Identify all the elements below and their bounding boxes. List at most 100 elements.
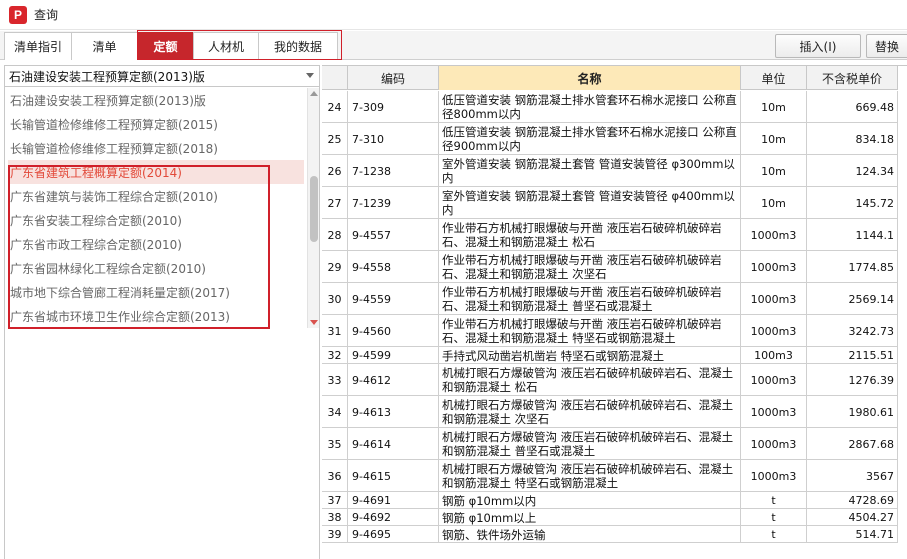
dropdown-scrollbar[interactable] (307, 88, 319, 328)
table-row[interactable]: 33 9-4612 机械打眼石方爆破管沟 液压岩石破碎机破碎岩石、混凝土和钢筋混凝土… (322, 364, 898, 396)
library-option[interactable]: 长输管道检修维修工程预算定额(2018) (8, 136, 304, 160)
table-row[interactable]: 36 9-4615 机械打眼石方爆破管沟 液压岩石破碎机破碎岩石、混凝土和钢筋混凝土… (322, 460, 898, 492)
row-code: 9-4557 (348, 219, 439, 251)
header-unit[interactable]: 单位 (741, 66, 807, 90)
title-bar: P 查询 (0, 0, 907, 30)
row-unit: 1000m3 (741, 396, 807, 428)
header-name[interactable]: 名称 (439, 66, 741, 90)
row-index: 34 (322, 396, 348, 428)
tab-2[interactable]: 定额 (137, 32, 194, 60)
row-code: 7-1239 (348, 187, 439, 219)
scroll-down-icon[interactable] (310, 320, 318, 325)
row-code: 7-1238 (348, 155, 439, 187)
table-row[interactable]: 38 9-4692 钢筋 φ10mm以上 t 4504.27 (322, 509, 898, 526)
grid-header: 编码 名称 单位 不含税单价 (322, 66, 898, 90)
row-name: 室外管道安装 钢筋混凝土套管 管道安装管径 φ400mm以内 (439, 187, 741, 219)
row-code: 9-4599 (348, 347, 439, 364)
header-price[interactable]: 不含税单价 (807, 66, 898, 90)
row-name: 机械打眼石方爆破管沟 液压岩石破碎机破碎岩石、混凝土和钢筋混凝土 特坚石或钢筋混… (439, 460, 741, 492)
chevron-down-icon[interactable] (306, 73, 314, 78)
row-code: 9-4692 (348, 509, 439, 526)
header-code[interactable]: 编码 (348, 66, 439, 90)
scrollbar-thumb[interactable] (310, 176, 318, 242)
row-index: 26 (322, 155, 348, 187)
table-row[interactable]: 27 7-1239 室外管道安装 钢筋混凝土套管 管道安装管径 φ400mm以内 10… (322, 187, 898, 219)
row-unit: 1000m3 (741, 460, 807, 492)
row-code: 9-4615 (348, 460, 439, 492)
table-row[interactable]: 28 9-4557 作业带石方机械打眼爆破与开凿 液压岩石破碎机破碎岩石、混凝土和钢… (322, 219, 898, 251)
row-index: 39 (322, 526, 348, 543)
row-name: 室外管道安装 钢筋混凝土套管 管道安装管径 φ300mm以内 (439, 155, 741, 187)
row-code: 9-4613 (348, 396, 439, 428)
table-row[interactable]: 32 9-4599 手持式风动凿岩机凿岩 特坚石或钢筋混凝土 100m3 2115.51 (322, 347, 898, 364)
row-name: 机械打眼石方爆破管沟 液压岩石破碎机破碎岩石、混凝土和钢筋混凝土 松石 (439, 364, 741, 396)
row-price: 2867.68 (807, 428, 898, 460)
row-price: 669.48 (807, 91, 898, 123)
row-code: 9-4558 (348, 251, 439, 283)
row-name: 作业带石方机械打眼爆破与开凿 液压岩石破碎机破碎岩石、混凝土和钢筋混凝土 松石 (439, 219, 741, 251)
tab-0[interactable]: 清单指引 (4, 32, 72, 60)
row-name: 作业带石方机械打眼爆破与开凿 液压岩石破碎机破碎岩石、混凝土和钢筋混凝土 普坚石… (439, 283, 741, 315)
row-index: 30 (322, 283, 348, 315)
library-select[interactable]: 石油建设安装工程预算定额(2013)版 (5, 66, 319, 87)
row-index: 25 (322, 123, 348, 155)
row-index: 38 (322, 509, 348, 526)
library-option[interactable]: 石油建设安装工程预算定额(2013)版 (8, 88, 304, 112)
row-code: 7-310 (348, 123, 439, 155)
row-price: 3242.73 (807, 315, 898, 347)
row-unit: 1000m3 (741, 364, 807, 396)
row-code: 9-4691 (348, 492, 439, 509)
library-option[interactable]: 广东省安装工程综合定额(2010) (8, 208, 304, 232)
tab-4[interactable]: 我的数据 (258, 32, 338, 60)
library-panel: 石油建设安装工程预算定额(2013)版 石油建设安装工程预算定额(2013)版长… (4, 65, 320, 559)
row-unit: 1000m3 (741, 219, 807, 251)
row-index: 37 (322, 492, 348, 509)
row-code: 9-4560 (348, 315, 439, 347)
table-row[interactable]: 26 7-1238 室外管道安装 钢筋混凝土套管 管道安装管径 φ300mm以内 10… (322, 155, 898, 187)
table-row[interactable]: 24 7-309 低压管道安装 钢筋混凝土排水管套环石棉水泥接口 公称直径800mm… (322, 91, 898, 123)
table-row[interactable]: 29 9-4558 作业带石方机械打眼爆破与开凿 液压岩石破碎机破碎岩石、混凝土和钢… (322, 251, 898, 283)
row-unit: 10m (741, 187, 807, 219)
library-option[interactable]: 城市地下综合管廊工程消耗量定额(2017) (8, 280, 304, 304)
table-row[interactable]: 25 7-310 低压管道安装 钢筋混凝土排水管套环石棉水泥接口 公称直径900mm… (322, 123, 898, 155)
table-row[interactable]: 34 9-4613 机械打眼石方爆破管沟 液压岩石破碎机破碎岩石、混凝土和钢筋混凝土… (322, 396, 898, 428)
row-code: 7-309 (348, 91, 439, 123)
library-dropdown-list: 石油建设安装工程预算定额(2013)版 长输管道检修维修工程预算定额(2015) 长… (5, 88, 319, 328)
table-row[interactable]: 37 9-4691 钢筋 φ10mm以内 t 4728.69 (322, 492, 898, 509)
row-price: 1276.39 (807, 364, 898, 396)
replace-button[interactable]: 替换 (866, 34, 907, 58)
row-price: 4728.69 (807, 492, 898, 509)
tab-3[interactable]: 人材机 (193, 32, 259, 60)
library-option[interactable]: 广东省园林绿化工程综合定额(2010) (8, 256, 304, 280)
row-name: 机械打眼石方爆破管沟 液压岩石破碎机破碎岩石、混凝土和钢筋混凝土 次坚石 (439, 396, 741, 428)
row-index: 36 (322, 460, 348, 492)
row-name: 手持式风动凿岩机凿岩 特坚石或钢筋混凝土 (439, 347, 741, 364)
scroll-up-icon[interactable] (310, 91, 318, 96)
row-price: 145.72 (807, 187, 898, 219)
library-option[interactable]: 广东省城市环境卫生作业综合定额(2013) (8, 304, 304, 328)
row-price: 1774.85 (807, 251, 898, 283)
row-price: 124.34 (807, 155, 898, 187)
library-option[interactable]: 广东省市政工程综合定额(2010) (8, 232, 304, 256)
row-index: 32 (322, 347, 348, 364)
row-unit: 1000m3 (741, 251, 807, 283)
table-row[interactable]: 31 9-4560 作业带石方机械打眼爆破与开凿 液压岩石破碎机破碎岩石、混凝土和钢… (322, 315, 898, 347)
row-code: 9-4614 (348, 428, 439, 460)
row-unit: 1000m3 (741, 315, 807, 347)
table-row[interactable]: 35 9-4614 机械打眼石方爆破管沟 液压岩石破碎机破碎岩石、混凝土和钢筋混凝土… (322, 428, 898, 460)
quota-grid: 编码 名称 单位 不含税单价 24 7-309 低压管道安装 钢筋混凝土排水管套环石… (322, 65, 907, 559)
library-option[interactable]: 广东省建筑工程概算定额(2014) (8, 160, 304, 184)
row-name: 作业带石方机械打眼爆破与开凿 液压岩石破碎机破碎岩石、混凝土和钢筋混凝土 次坚石 (439, 251, 741, 283)
row-index: 31 (322, 315, 348, 347)
tab-1[interactable]: 清单 (71, 32, 138, 60)
row-unit: 100m3 (741, 347, 807, 364)
library-option[interactable]: 广东省建筑与装饰工程综合定额(2010) (8, 184, 304, 208)
row-index: 35 (322, 428, 348, 460)
table-row[interactable]: 39 9-4695 钢筋、铁件场外运输 t 514.71 (322, 526, 898, 543)
row-name: 钢筋 φ10mm以内 (439, 492, 741, 509)
insert-button[interactable]: 插入(I) (775, 34, 861, 58)
library-option[interactable]: 长输管道检修维修工程预算定额(2015) (8, 112, 304, 136)
row-code: 9-4612 (348, 364, 439, 396)
table-row[interactable]: 30 9-4559 作业带石方机械打眼爆破与开凿 液压岩石破碎机破碎岩石、混凝土和钢… (322, 283, 898, 315)
row-name: 低压管道安装 钢筋混凝土排水管套环石棉水泥接口 公称直径800mm以内 (439, 91, 741, 123)
